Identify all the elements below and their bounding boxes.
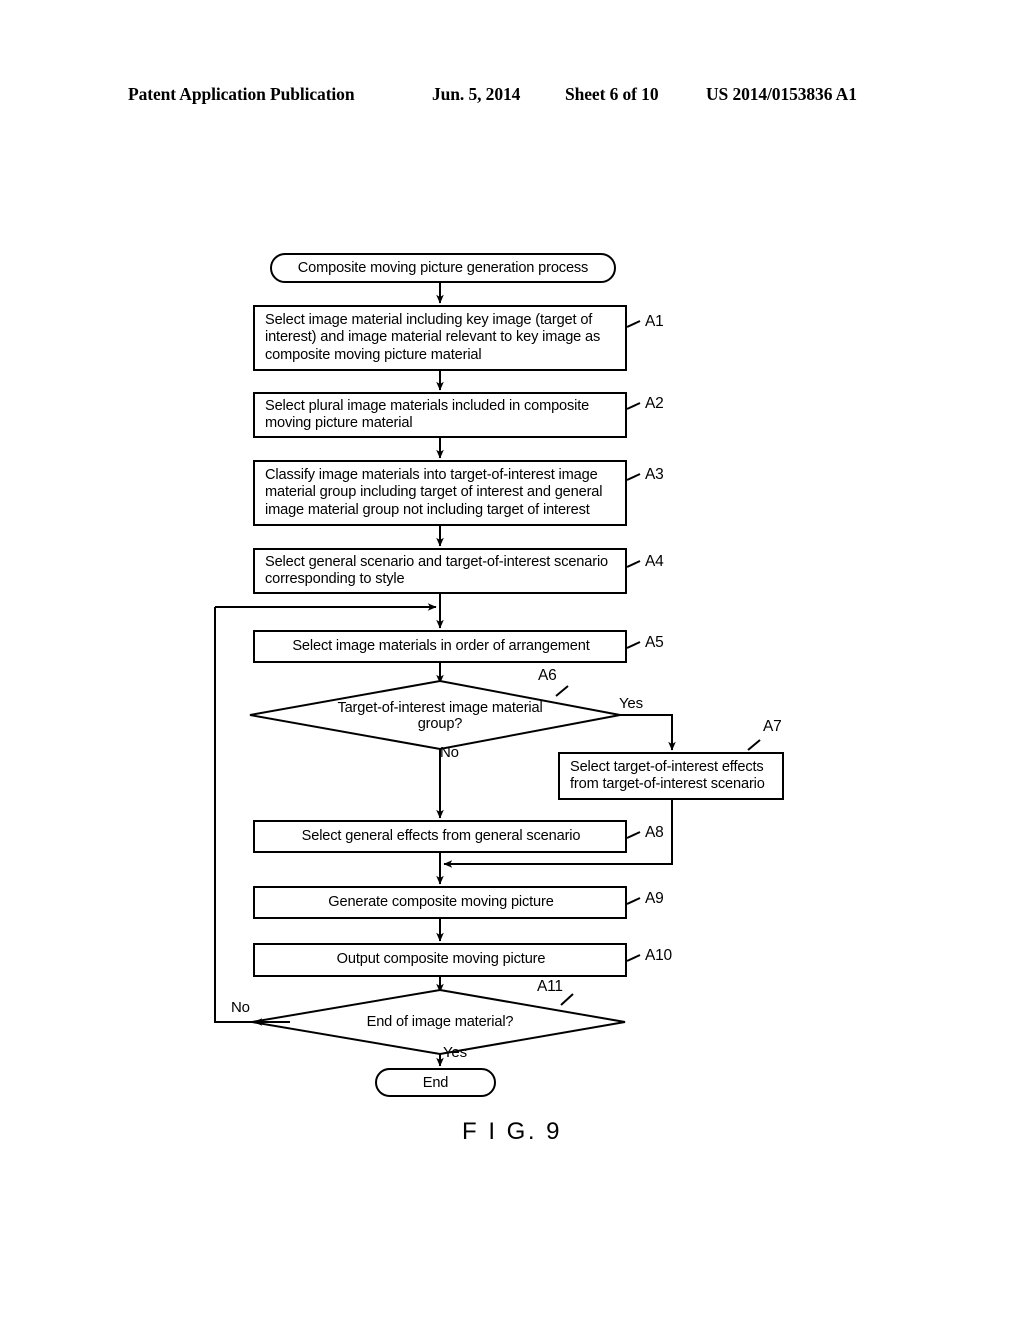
reference-a2: A2 (645, 395, 664, 412)
leader-a6 (555, 685, 569, 697)
process-a2-label: Select plural image materials included i… (265, 397, 590, 432)
figure-caption: F I G. 9 (461, 1118, 562, 1145)
reference-a7: A7 (763, 718, 782, 735)
decision-a11-label: End of image material? (366, 1013, 514, 1030)
process-a9: Generate composite moving picture (253, 886, 627, 919)
process-a1: Select image material including key imag… (253, 305, 627, 371)
reference-a1: A1 (645, 313, 664, 330)
connector-a6-yes-to-a7 (620, 714, 676, 751)
reference-a11: A11 (537, 978, 563, 995)
process-a7: Select target-of-interest effects from t… (558, 752, 784, 800)
leader-a9 (626, 897, 641, 905)
decision-a11-yes-label: Yes (443, 1044, 467, 1061)
reference-a5: A5 (645, 634, 664, 651)
decision-a6-yes-label: Yes (619, 695, 643, 712)
leader-a2 (626, 402, 641, 410)
process-a10-label: Output composite moving picture (336, 951, 546, 968)
process-a8: Select general effects from general scen… (253, 820, 627, 853)
end-terminator-label: End (422, 1074, 449, 1091)
leader-a5 (626, 641, 641, 649)
process-a4-label: Select general scenario and target-of-in… (265, 553, 609, 588)
reference-a8: A8 (645, 824, 664, 841)
process-a9-label: Generate composite moving picture (328, 893, 554, 910)
leader-a3 (626, 473, 641, 481)
process-a8-label: Select general effects from general scen… (301, 827, 581, 844)
reference-a4: A4 (645, 553, 664, 570)
decision-a6-no-label: No (440, 744, 459, 761)
reference-a3: A3 (645, 466, 664, 483)
reference-a10: A10 (645, 947, 672, 964)
process-a4: Select general scenario and target-of-in… (253, 548, 627, 594)
process-a5-label: Select image materials in order of arran… (292, 637, 590, 654)
process-a10: Output composite moving picture (253, 943, 627, 977)
leader-a4 (626, 560, 641, 568)
leader-a8 (626, 831, 641, 839)
flowchart-end-terminator: End (375, 1068, 496, 1097)
process-a2: Select plural image materials included i… (253, 392, 627, 438)
start-terminator-label: Composite moving picture generation proc… (297, 260, 589, 276)
leader-a10 (626, 954, 641, 962)
leader-a1 (626, 320, 641, 328)
connector-a11-no-loopback (214, 607, 256, 1023)
reference-a9: A9 (645, 890, 664, 907)
process-a3-label: Classify image materials into target-of-… (265, 466, 603, 518)
process-a5: Select image materials in order of arran… (253, 630, 627, 663)
process-a1-label: Select image material including key imag… (265, 311, 601, 363)
decision-a11-no-label: No (231, 999, 250, 1016)
process-a3: Classify image materials into target-of-… (253, 460, 627, 526)
flowchart-start-terminator: Composite moving picture generation proc… (270, 253, 616, 283)
leader-a7 (747, 739, 761, 751)
decision-a6-label: Target-of-interest image material group? (337, 699, 543, 733)
process-a7-label: Select target-of-interest effects from t… (570, 758, 765, 793)
reference-a6: A6 (538, 667, 557, 684)
